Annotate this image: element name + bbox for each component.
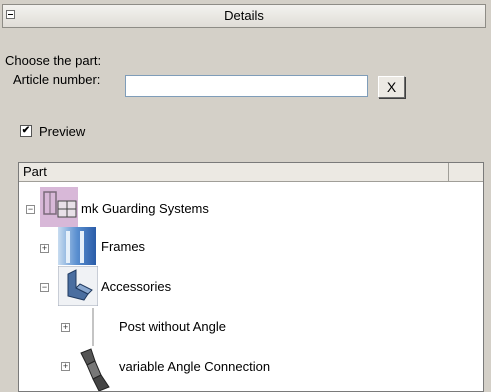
tree-column-header: Part	[19, 163, 483, 182]
tree-item-frames[interactable]: Frames	[101, 239, 145, 254]
preview-label: Preview	[39, 124, 86, 139]
tree-item-post-without-angle[interactable]: Post without Angle	[119, 319, 226, 334]
frames-icon	[58, 227, 96, 265]
accessories-icon	[58, 266, 98, 306]
part-column-header[interactable]: Part	[19, 163, 449, 181]
post-icon	[92, 308, 94, 346]
collapse-icon[interactable]: −	[26, 205, 35, 214]
expand-icon[interactable]: +	[61, 362, 70, 371]
tree-item-variable-angle-connection[interactable]: variable Angle Connection	[119, 359, 270, 374]
tree-item-accessories[interactable]: Accessories	[101, 279, 171, 294]
article-number-label: Article number:	[13, 72, 101, 87]
details-title: Details	[224, 8, 264, 23]
expand-icon[interactable]: +	[40, 244, 49, 253]
tree-item-mk-guarding-systems[interactable]: mk Guarding Systems	[81, 201, 209, 216]
clear-button[interactable]: X	[378, 76, 405, 98]
preview-checkbox[interactable]: ✔	[20, 125, 32, 137]
part-tree[interactable]: Part − mk Guarding Systems + Frames − Ac…	[18, 162, 484, 392]
expand-icon[interactable]: +	[61, 323, 70, 332]
choose-part-label: Choose the part:	[5, 53, 102, 68]
angle-connection-icon	[80, 348, 110, 391]
guarding-systems-icon	[40, 187, 78, 227]
article-number-input[interactable]	[125, 75, 368, 97]
details-header[interactable]: Details	[2, 4, 486, 28]
collapse-icon[interactable]: −	[40, 283, 49, 292]
